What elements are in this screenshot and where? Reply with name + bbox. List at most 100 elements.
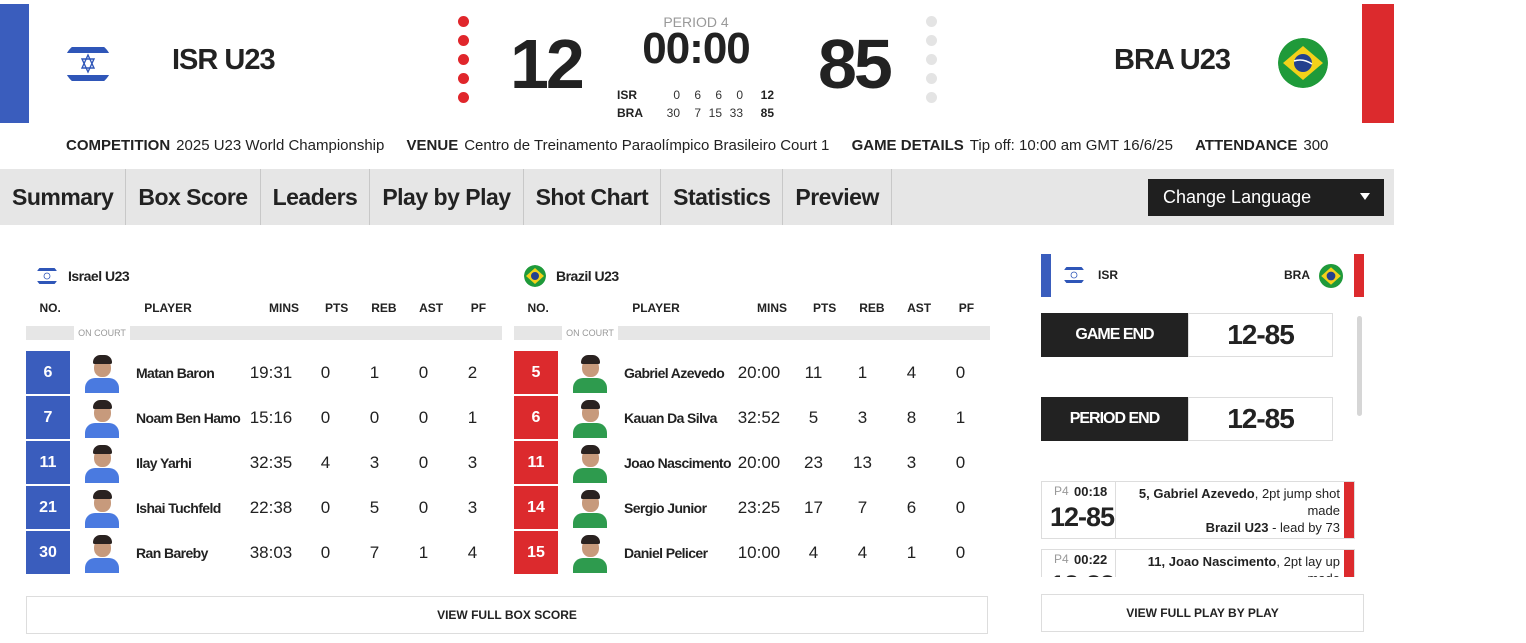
column-header[interactable]: PLAYER — [562, 301, 743, 315]
quarter-team: ISR — [617, 88, 638, 102]
home-fouls-indicator — [458, 16, 470, 111]
away-score: 85 — [818, 25, 893, 103]
brazil-flag-icon — [1319, 264, 1343, 288]
player-mins: 15:16 — [249, 407, 293, 427]
pbp-scrollbar[interactable] — [1357, 316, 1362, 416]
player-name[interactable]: Matan Baron — [122, 365, 241, 381]
player-row[interactable]: 21 Ishai Tuchfeld 22:38 0 5 0 3 — [26, 485, 502, 530]
tab-leaders[interactable]: Leaders — [261, 169, 371, 225]
player-pf: 2 — [467, 362, 478, 382]
player-mins: 23:25 — [737, 497, 781, 517]
quarter-value: 0 — [673, 88, 680, 102]
divider — [618, 326, 990, 340]
player-reb: 1 — [857, 362, 868, 382]
column-header[interactable]: MINS — [743, 301, 801, 315]
player-pf: 3 — [467, 497, 478, 517]
quarter-total: 85 — [760, 106, 774, 120]
player-row[interactable]: 30 Ran Bareby 38:03 0 7 1 4 — [26, 530, 502, 575]
player-pts: 0 — [320, 497, 331, 517]
tab-box-score[interactable]: Box Score — [126, 169, 261, 225]
column-header[interactable]: PLAYER — [74, 301, 255, 315]
view-full-box-score-button[interactable]: VIEW FULL BOX SCORE — [26, 596, 988, 634]
caret-down-icon — [1360, 193, 1370, 200]
home-team-name: ISR U23 — [172, 44, 276, 76]
player-avatar — [570, 353, 610, 393]
player-name[interactable]: Ran Bareby — [122, 545, 241, 561]
play-lead: - lead by 73 — [1268, 520, 1340, 535]
player-mins: 22:38 — [249, 497, 293, 517]
away-fouls-indicator — [926, 16, 938, 111]
play-action: , 2pt jump shot made — [1254, 486, 1340, 518]
player-ast: 0 — [418, 497, 429, 517]
player-row[interactable]: 11 Joao Nascimento 20:00 23 13 3 0 — [514, 440, 990, 485]
player-name[interactable]: Gabriel Azevedo — [610, 365, 729, 381]
column-header[interactable]: REB — [848, 301, 895, 315]
player-pf: 1 — [467, 407, 478, 427]
jersey-number: 6 — [26, 351, 70, 394]
column-header[interactable]: NO. — [514, 301, 562, 315]
tab-shot-chart[interactable]: Shot Chart — [524, 169, 662, 225]
player-row[interactable]: 15 Daniel Pelicer 10:00 4 4 1 0 — [514, 530, 990, 575]
column-header[interactable]: PF — [943, 301, 990, 315]
player-name[interactable]: Daniel Pelicer — [610, 545, 729, 561]
player-name[interactable]: Noam Ben Hamo — [122, 410, 241, 426]
player-name[interactable]: Ilay Yarhi — [122, 455, 241, 471]
player-row[interactable]: 6 Matan Baron 19:31 0 1 0 2 — [26, 350, 502, 395]
column-header[interactable]: NO. — [26, 301, 74, 315]
player-pts: 11 — [804, 362, 823, 382]
player-reb: 7 — [369, 542, 380, 562]
quarter-row: BRA 30 7 15 33 85 — [617, 104, 774, 122]
tab-play-by-play[interactable]: Play by Play — [370, 169, 524, 225]
away-box-team: Brazil U23 — [514, 262, 990, 290]
brazil-flag-icon — [524, 265, 546, 287]
change-language-dropdown[interactable]: Change Language — [1148, 179, 1384, 216]
column-header[interactable]: AST — [895, 301, 942, 315]
column-header[interactable]: MINS — [255, 301, 313, 315]
player-row[interactable]: 14 Sergio Junior 23:25 17 7 6 0 — [514, 485, 990, 530]
player-name[interactable]: Kauan Da Silva — [610, 410, 729, 426]
game-end-event: GAME END 12-85 — [1041, 313, 1333, 357]
player-ast: 0 — [418, 452, 429, 472]
player-name[interactable]: Joao Nascimento — [610, 455, 732, 471]
column-header[interactable]: AST — [407, 301, 454, 315]
quarter-value: 7 — [694, 106, 701, 120]
foul-dot — [458, 35, 469, 46]
home-box-team-name: Israel U23 — [68, 268, 130, 284]
play-action: , 2pt lay up made — [1276, 554, 1340, 577]
game-details-label: GAME DETAILS — [851, 137, 964, 154]
play-player: 11, Joao Nascimento — [1147, 554, 1277, 569]
play-score: 12-85 — [1050, 502, 1115, 532]
player-avatar — [82, 488, 122, 528]
play-team: Brazil U23 — [1205, 520, 1269, 535]
player-avatar — [570, 443, 610, 483]
column-header[interactable]: PTS — [313, 301, 360, 315]
player-name[interactable]: Sergio Junior — [610, 500, 729, 516]
player-pf: 0 — [955, 542, 966, 562]
tab-summary[interactable]: Summary — [0, 169, 127, 225]
quarter-team: BRA — [617, 106, 643, 120]
player-pts: 0 — [320, 542, 331, 562]
home-box-table: Israel U23 NO. PLAYER MINS PTS REB AST PF ON CO… — [26, 262, 502, 575]
tab-preview[interactable]: Preview — [783, 169, 892, 225]
player-row[interactable]: 6 Kauan Da Silva 32:52 5 3 8 1 — [514, 395, 990, 440]
divider — [514, 326, 562, 340]
play-item: P4 00:18 12-85 5, Gabriel Azevedo, 2pt j… — [1041, 481, 1355, 539]
column-header[interactable]: PTS — [801, 301, 848, 315]
player-name[interactable]: Ishai Tuchfeld — [122, 500, 241, 516]
player-mins: 38:03 — [249, 542, 293, 562]
israel-flag-icon — [36, 265, 58, 287]
player-row[interactable]: 5 Gabriel Azevedo 20:00 11 1 4 0 — [514, 350, 990, 395]
player-reb: 4 — [857, 542, 868, 562]
column-header[interactable]: REB — [360, 301, 407, 315]
player-pf: 0 — [955, 452, 966, 472]
player-row[interactable]: 7 Noam Ben Hamo 15:16 0 0 0 1 — [26, 395, 502, 440]
player-ast: 3 — [906, 452, 917, 472]
foul-dot — [926, 35, 937, 46]
view-full-play-by-play-button[interactable]: VIEW FULL PLAY BY PLAY — [1041, 594, 1364, 632]
column-header[interactable]: PF — [455, 301, 502, 315]
quarter-scores: ISR 0 6 6 0 12 BRA 30 7 15 33 85 — [617, 86, 774, 122]
period-end-label: PERIOD END — [1041, 397, 1188, 441]
israel-flag-icon — [1063, 264, 1085, 286]
tab-statistics[interactable]: Statistics — [661, 169, 784, 225]
player-row[interactable]: 11 Ilay Yarhi 32:35 4 3 0 3 — [26, 440, 502, 485]
